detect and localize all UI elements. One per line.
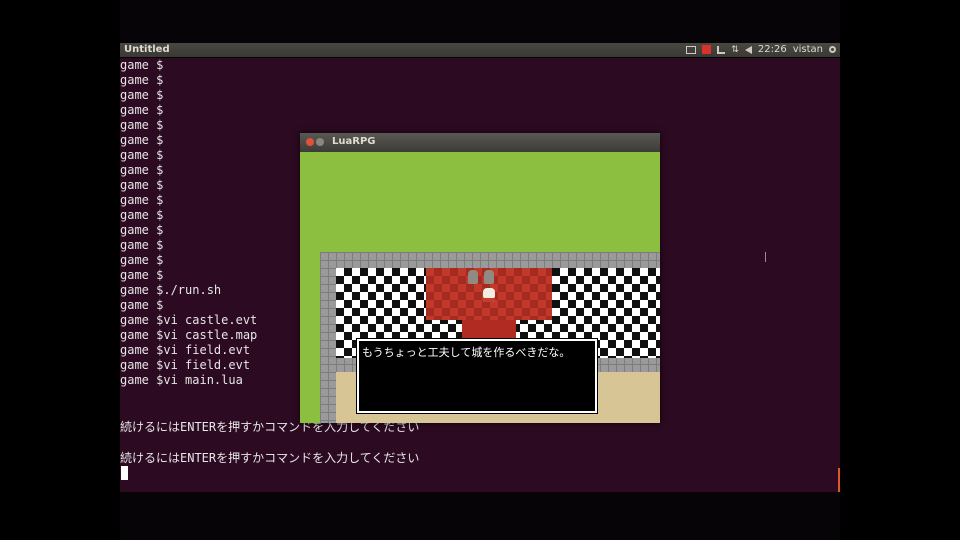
minimize-icon[interactable] bbox=[316, 138, 324, 146]
scroll-indicator[interactable] bbox=[838, 468, 840, 492]
terminal-line: game $vi castle.map bbox=[120, 328, 258, 342]
desktop-screen: Untitled ⇅ 22:26 vistan game $ game $ ga… bbox=[120, 0, 840, 540]
close-icon[interactable] bbox=[306, 138, 314, 146]
terminal-line: game $ bbox=[120, 163, 164, 177]
dialog-box: もうちょっと工夫して城を作るべきだな。 bbox=[356, 338, 598, 414]
terminal-window[interactable]: game $ game $ game $ game $ game $ game … bbox=[120, 58, 840, 492]
terminal-prompt-message: 続けるにはENTERを押すかコマンドを入力してください bbox=[120, 451, 420, 465]
terminal-cursor bbox=[121, 466, 128, 480]
game-canvas[interactable]: もうちょっと工夫して城を作るべきだな。 bbox=[300, 152, 660, 423]
terminal-line: game $ bbox=[120, 178, 164, 192]
grass-field bbox=[300, 152, 660, 252]
terminal-line: game $ bbox=[120, 298, 164, 312]
transfer-icon[interactable]: ⇅ bbox=[731, 45, 739, 55]
mail-icon[interactable] bbox=[686, 45, 697, 54]
terminal-line: game $ bbox=[120, 268, 164, 282]
terminal-line: game $ bbox=[120, 58, 164, 72]
terminal-line: game $ bbox=[120, 133, 164, 147]
terminal-line: game $ bbox=[120, 208, 164, 222]
terminal-line: game $ bbox=[120, 223, 164, 237]
panel-indicators: ⇅ 22:26 vistan bbox=[686, 44, 836, 55]
dialog-text: もうちょっと工夫して城を作るべきだな。 bbox=[362, 346, 571, 359]
terminal-line: game $ bbox=[120, 148, 164, 162]
terminal-line: game $ bbox=[120, 253, 164, 267]
guard-sprite bbox=[484, 270, 494, 284]
network-icon[interactable] bbox=[717, 45, 726, 54]
volume-icon[interactable] bbox=[744, 45, 752, 54]
window-title: Untitled bbox=[124, 44, 170, 55]
terminal-line: game $ bbox=[120, 88, 164, 102]
terminal-line: game $ bbox=[120, 193, 164, 207]
terminal-line: game $ bbox=[120, 118, 164, 132]
luarpg-window[interactable]: LuaRPG もうちょっと工夫して城を作るべきだな。 bbox=[300, 133, 660, 423]
top-panel: Untitled ⇅ 22:26 vistan bbox=[120, 43, 840, 57]
luarpg-title: LuaRPG bbox=[332, 136, 376, 147]
mouse-cursor-icon bbox=[765, 252, 766, 262]
terminal-line: game $./run.sh bbox=[120, 283, 222, 297]
terminal-line: game $vi castle.evt bbox=[120, 313, 258, 327]
gear-icon[interactable] bbox=[829, 46, 836, 53]
terminal-line: game $ bbox=[120, 73, 164, 87]
terminal-line: game $vi main.lua bbox=[120, 373, 243, 387]
terminal-line: game $ bbox=[120, 103, 164, 117]
grass-strip bbox=[300, 252, 320, 423]
luarpg-titlebar[interactable]: LuaRPG bbox=[300, 133, 660, 152]
terminal-line: game $ bbox=[120, 238, 164, 252]
guard-sprite bbox=[468, 270, 478, 284]
terminal-line: game $vi field.evt bbox=[120, 358, 251, 372]
clock[interactable]: 22:26 bbox=[758, 44, 787, 55]
terminal-line: game $vi field.evt bbox=[120, 343, 251, 357]
user-name[interactable]: vistan bbox=[793, 44, 823, 55]
hero-sprite bbox=[483, 288, 495, 302]
record-icon[interactable] bbox=[702, 45, 712, 54]
